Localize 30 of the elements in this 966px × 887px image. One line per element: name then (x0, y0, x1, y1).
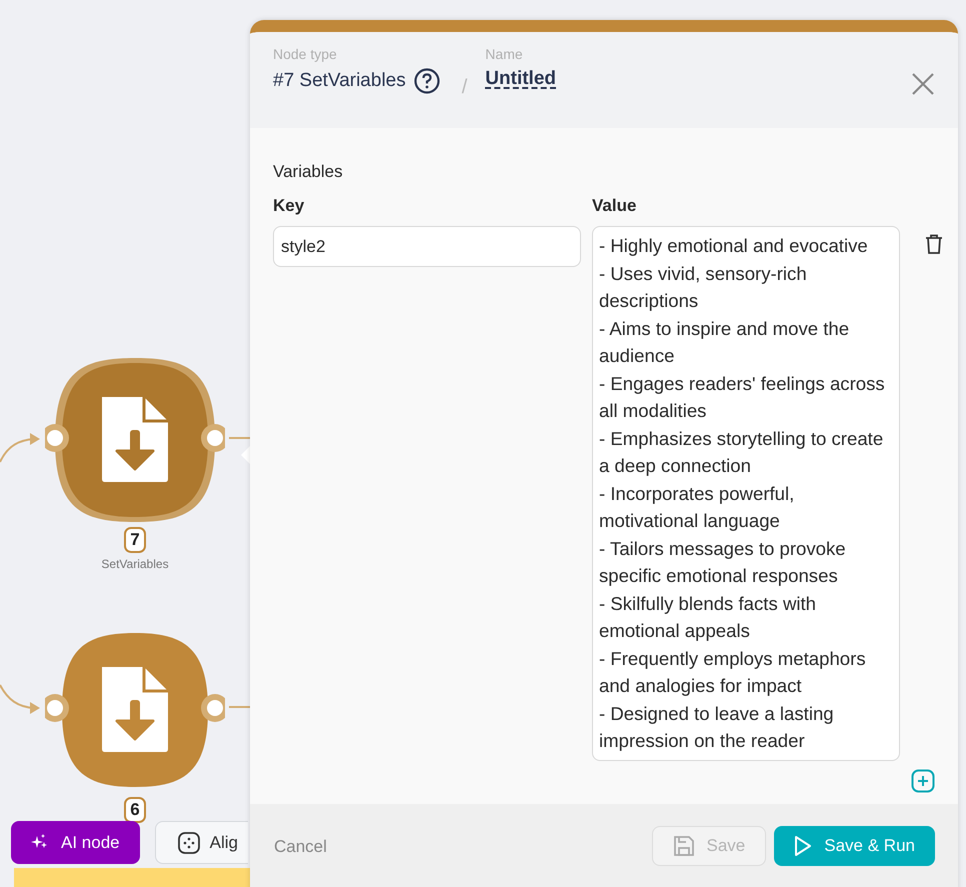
grid-dots-icon (178, 832, 200, 854)
section-title: Variables (273, 162, 344, 182)
node-type: #7 SetVariables (273, 70, 406, 92)
connection-port[interactable] (201, 694, 225, 722)
ai-node-button[interactable]: AI node (11, 821, 140, 864)
separator: / (462, 76, 468, 99)
field-label: Node type (273, 46, 338, 62)
node-name[interactable]: Untitled (485, 68, 556, 90)
node-number: 7 (124, 527, 146, 553)
node-number: 6 (124, 797, 146, 823)
connector-line (229, 706, 250, 708)
column-header: Key (273, 196, 306, 216)
connection-port[interactable] (45, 424, 69, 452)
connector-line (0, 433, 40, 462)
play-icon (794, 835, 812, 857)
connector-line (0, 684, 40, 714)
connection-port[interactable] (201, 424, 225, 452)
help-icon[interactable] (414, 68, 440, 94)
field-label: Name (485, 46, 524, 62)
add-icon[interactable] (911, 768, 935, 796)
file-download-icon (102, 667, 168, 752)
align-button[interactable]: Alig (154, 821, 248, 864)
column-header: Value (592, 196, 638, 216)
value-field[interactable]: - Highly emotional and evocative - Uses vivid, sensory-rich descriptions - Aims to inspire and move the audience - Engages readers' feelings across all modalities - Emphasizes storytelling to create a deep connection - Incorporates powerful, motivational language - Tailors messages to provoke specific emotional responses - Skilfully blends facts with emotional appeals - Frequently employs metaphors and analogies for impact - Designed to leave a lasting impression on the reader (592, 226, 900, 760)
file-download-icon (102, 397, 168, 482)
connection-port[interactable] (45, 694, 69, 722)
delete-icon[interactable] (925, 234, 943, 254)
key-field[interactable]: style2 (273, 226, 581, 267)
connector-line (229, 437, 250, 439)
node-label: SetVariables (101, 557, 169, 571)
